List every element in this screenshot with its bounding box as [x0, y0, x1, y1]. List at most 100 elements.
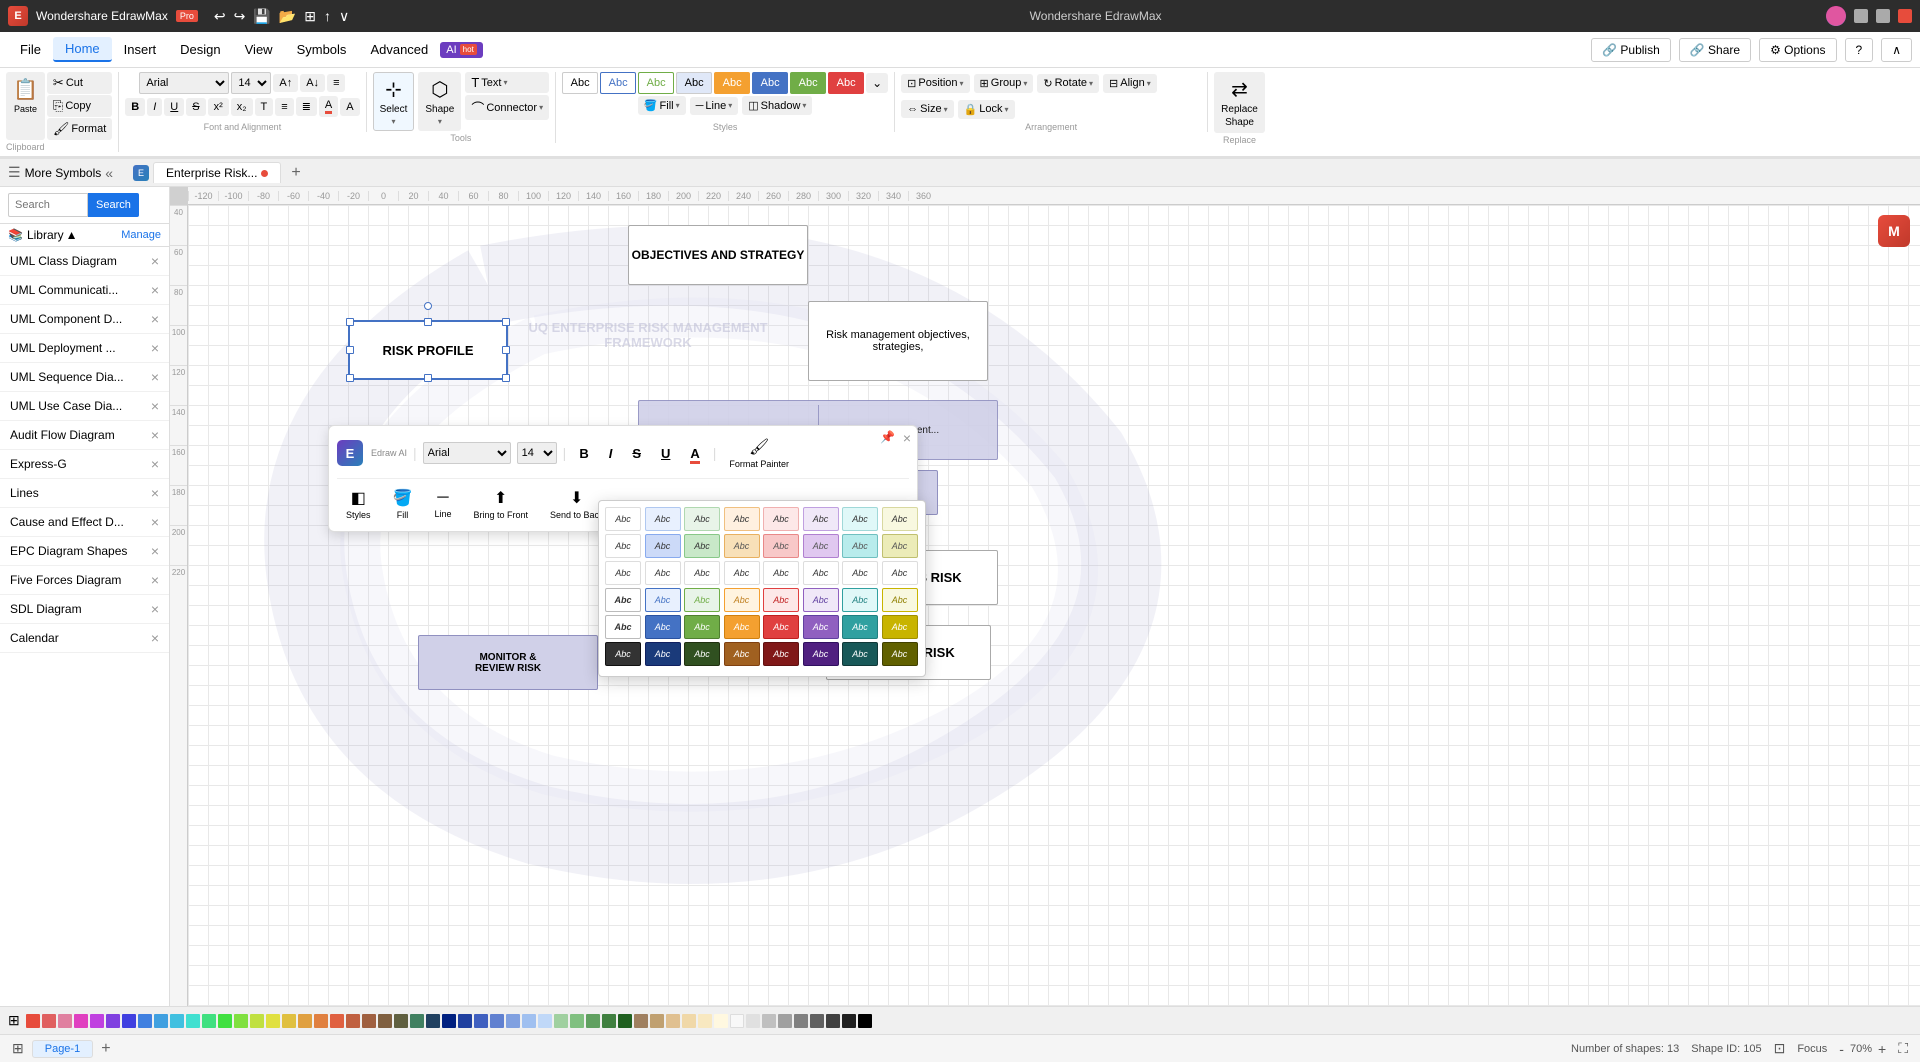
ft-format-painter-button[interactable]: 🖌 Format Painter — [722, 434, 796, 472]
style-cell[interactable]: Abc — [763, 588, 799, 612]
ft-font-select[interactable]: Arial — [423, 442, 511, 464]
undo-button[interactable]: ↩ — [214, 8, 226, 25]
grid-toggle[interactable]: ⊞ — [12, 1040, 24, 1057]
font-size-select[interactable]: 14 — [231, 72, 271, 94]
position-button[interactable]: ⊡Position▾ — [901, 74, 969, 93]
menu-home[interactable]: Home — [53, 37, 112, 62]
font-family-select[interactable]: Arial — [139, 72, 229, 94]
copy-button[interactable]: ⎘Copy — [47, 95, 112, 117]
style-cell[interactable]: Abc — [684, 507, 720, 531]
template-button[interactable]: ⊞ — [304, 8, 316, 25]
style-cell[interactable]: Abc — [882, 642, 918, 666]
rotate-button[interactable]: ↻Rotate▾ — [1037, 74, 1099, 93]
style-cell[interactable]: Abc — [803, 561, 839, 585]
style-swatch-2[interactable]: Abc — [600, 72, 636, 94]
close-cause-effect[interactable]: × — [151, 514, 159, 530]
style-cell[interactable]: Abc — [724, 561, 760, 585]
ft-italic-button[interactable]: I — [602, 442, 620, 465]
style-cell[interactable]: Abc — [882, 507, 918, 531]
handle-br[interactable] — [502, 374, 510, 382]
menu-design[interactable]: Design — [168, 38, 232, 61]
sidebar-item-lines[interactable]: Lines× — [0, 479, 169, 508]
decrease-font-button[interactable]: A↓ — [300, 74, 325, 92]
close-audit-flow[interactable]: × — [151, 427, 159, 443]
canvas[interactable]: OBJECTIVES AND STRATEGY RISK PROFILE UQ … — [188, 205, 1920, 1006]
style-cell[interactable]: Abc — [842, 561, 878, 585]
style-cell[interactable]: Abc — [803, 642, 839, 666]
handle-bm[interactable] — [424, 374, 432, 382]
ai-button[interactable]: AI hot — [440, 42, 483, 58]
close-uml-sequence[interactable]: × — [151, 369, 159, 385]
ft-bold-button[interactable]: B — [572, 442, 595, 465]
connector-button[interactable]: ⌒ Connector ▾ — [465, 95, 549, 120]
style-cell[interactable]: Abc — [842, 615, 878, 639]
close-express-g[interactable]: × — [151, 456, 159, 472]
page-1-tab[interactable]: Page-1 — [32, 1040, 93, 1058]
style-cell[interactable]: Abc — [684, 588, 720, 612]
shape-risk-mgmt[interactable]: Risk management objectives, strategies, — [808, 301, 988, 381]
cut-button[interactable]: ✂Cut — [47, 72, 112, 94]
style-cell[interactable]: Abc — [724, 507, 760, 531]
number-list-button[interactable]: ≣ — [296, 97, 317, 116]
style-cell[interactable]: Abc — [763, 615, 799, 639]
style-cell[interactable]: Abc — [645, 615, 681, 639]
style-cell[interactable]: Abc — [605, 588, 641, 612]
sidebar-item-five-forces[interactable]: Five Forces Diagram× — [0, 566, 169, 595]
style-cell[interactable]: Abc — [882, 588, 918, 612]
handle-tr[interactable] — [502, 318, 510, 326]
style-cell[interactable]: Abc — [605, 642, 641, 666]
float-toolbar-pin[interactable]: 📌 — [880, 430, 895, 444]
close-uml-component[interactable]: × — [151, 311, 159, 327]
style-swatch-3[interactable]: Abc — [638, 72, 674, 94]
style-cell[interactable]: Abc — [645, 534, 681, 558]
format-painter-button[interactable]: 🖌Format — [47, 118, 112, 140]
manage-link[interactable]: Manage — [121, 229, 161, 241]
increase-font-button[interactable]: A↑ — [273, 74, 298, 92]
ft-fill-button[interactable]: 🪣 Fill — [384, 485, 422, 523]
sidebar-item-uml-usecase[interactable]: UML Use Case Dia...× — [0, 392, 169, 421]
style-cell[interactable]: Abc — [842, 534, 878, 558]
publish-button[interactable]: 🔗 Publish — [1591, 38, 1671, 62]
style-cell[interactable]: Abc — [763, 561, 799, 585]
style-cell[interactable]: Abc — [684, 534, 720, 558]
ft-strike-button[interactable]: S — [625, 442, 648, 465]
sidebar-item-audit-flow[interactable]: Audit Flow Diagram× — [0, 421, 169, 450]
style-cell[interactable]: Abc — [882, 615, 918, 639]
style-cell[interactable]: Abc — [684, 615, 720, 639]
style-cell[interactable]: Abc — [684, 561, 720, 585]
replace-shape-button[interactable]: ⇄ Replace Shape — [1214, 72, 1265, 133]
highlight-button[interactable]: A — [340, 98, 359, 116]
size-button[interactable]: ⇔Size▾ — [901, 100, 953, 118]
style-cell[interactable]: Abc — [763, 642, 799, 666]
close-uml-comm[interactable]: × — [151, 282, 159, 298]
doc-tab[interactable]: Enterprise Risk... — [153, 162, 281, 183]
style-cell[interactable]: Abc — [803, 534, 839, 558]
zoom-in-button[interactable]: + — [1878, 1041, 1886, 1057]
shape-monitor[interactable]: MONITOR &REVIEW RISK — [418, 635, 598, 690]
style-cell[interactable]: Abc — [684, 642, 720, 666]
focus-label[interactable]: Focus — [1797, 1043, 1827, 1055]
collapse-button[interactable]: ∧ — [1881, 38, 1912, 62]
handle-tl[interactable] — [346, 318, 354, 326]
ft-bring-front-button[interactable]: ⬆ Bring to Front — [464, 485, 537, 523]
style-cell[interactable]: Abc — [645, 561, 681, 585]
export-button[interactable]: ↑ — [324, 8, 331, 24]
menu-insert[interactable]: Insert — [112, 38, 169, 61]
sidebar-item-uml-class[interactable]: UML Class Diagram× — [0, 247, 169, 276]
handle-bl[interactable] — [346, 374, 354, 382]
bullet-button[interactable]: ≡ — [275, 98, 293, 116]
help-button[interactable]: ? — [1845, 38, 1874, 62]
styles-expand-button[interactable]: ⌄ — [866, 73, 888, 93]
style-cell[interactable]: Abc — [724, 642, 760, 666]
style-cell[interactable]: Abc — [803, 588, 839, 612]
close-uml-usecase[interactable]: × — [151, 398, 159, 414]
style-cell[interactable]: Abc — [605, 507, 641, 531]
fullscreen-button[interactable]: ⛶ — [1898, 1040, 1908, 1057]
italic-button[interactable]: I — [147, 98, 162, 116]
superscript-button[interactable]: x² — [208, 98, 229, 116]
style-cell[interactable]: Abc — [724, 615, 760, 639]
style-swatch-4[interactable]: Abc — [676, 72, 712, 94]
shape-risk-profile[interactable]: RISK PROFILE — [348, 320, 508, 380]
style-swatch-8[interactable]: Abc — [828, 72, 864, 94]
collapse-sidebar-button[interactable]: « — [105, 165, 113, 181]
